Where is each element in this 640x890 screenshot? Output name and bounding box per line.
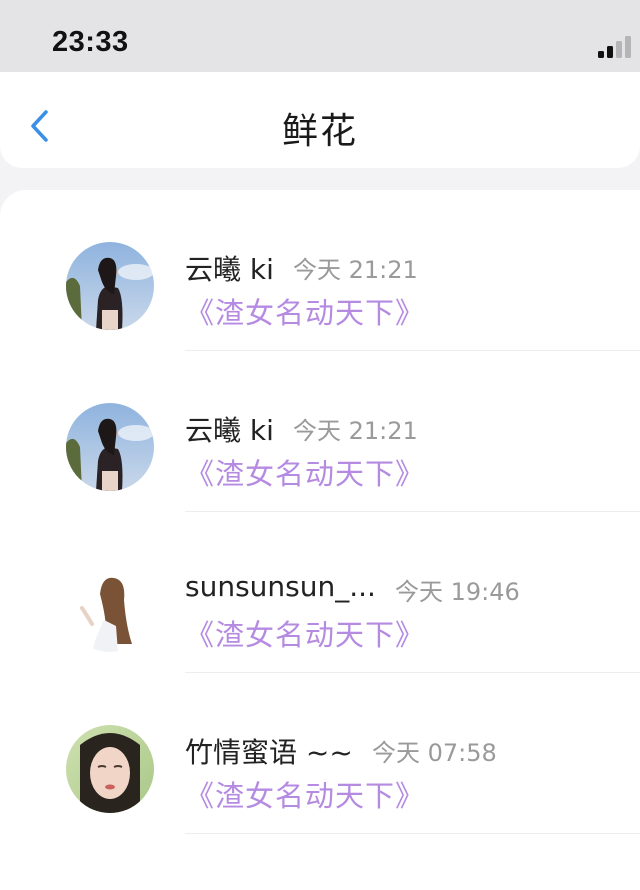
list-item[interactable]: 云曦 ki 今天 21:21 《渣女名动天下》 xyxy=(0,190,640,351)
time-text: 今天 21:21 xyxy=(293,417,418,445)
signal-icon xyxy=(598,36,631,58)
avatar[interactable] xyxy=(66,725,154,813)
time-text: 今天 19:46 xyxy=(395,578,520,606)
list-item[interactable]: 竹情蜜语 ~~ 今天 07:58 《渣女名动天下》 xyxy=(0,673,640,834)
gift-title[interactable]: 《渣女名动天下》 xyxy=(185,773,425,815)
page-title: 鲜花 xyxy=(281,111,358,152)
user-name: 云曦 ki xyxy=(185,253,274,286)
user-name: 云曦 ki xyxy=(185,414,274,447)
gift-title[interactable]: 《渣女名动天下》 xyxy=(185,451,425,493)
list-item[interactable]: 云曦 ki 今天 21:21 《渣女名动天下》 xyxy=(0,351,640,512)
time-text: 今天 07:58 xyxy=(372,739,497,767)
gift-title[interactable]: 《渣女名动天下》 xyxy=(185,612,425,654)
flower-list: 云曦 ki 今天 21:21 《渣女名动天下》 云曦 ki 今天 21:21 《… xyxy=(0,190,640,890)
time-text: 今天 21:21 xyxy=(293,256,418,284)
list-item[interactable]: sunsunsun_... 今天 19:46 《渣女名动天下》 xyxy=(0,512,640,673)
status-time: 23:33 xyxy=(52,26,129,58)
nav-bar: 鲜花 xyxy=(0,72,640,168)
avatar[interactable] xyxy=(66,564,154,652)
gift-title[interactable]: 《渣女名动天下》 xyxy=(185,290,425,332)
user-name: sunsunsun_... xyxy=(185,570,376,603)
user-name: 竹情蜜语 ~~ xyxy=(185,736,353,769)
avatar[interactable] xyxy=(66,242,154,330)
avatar[interactable] xyxy=(66,403,154,491)
status-bar: 23:33 xyxy=(0,0,640,72)
divider xyxy=(185,833,640,834)
